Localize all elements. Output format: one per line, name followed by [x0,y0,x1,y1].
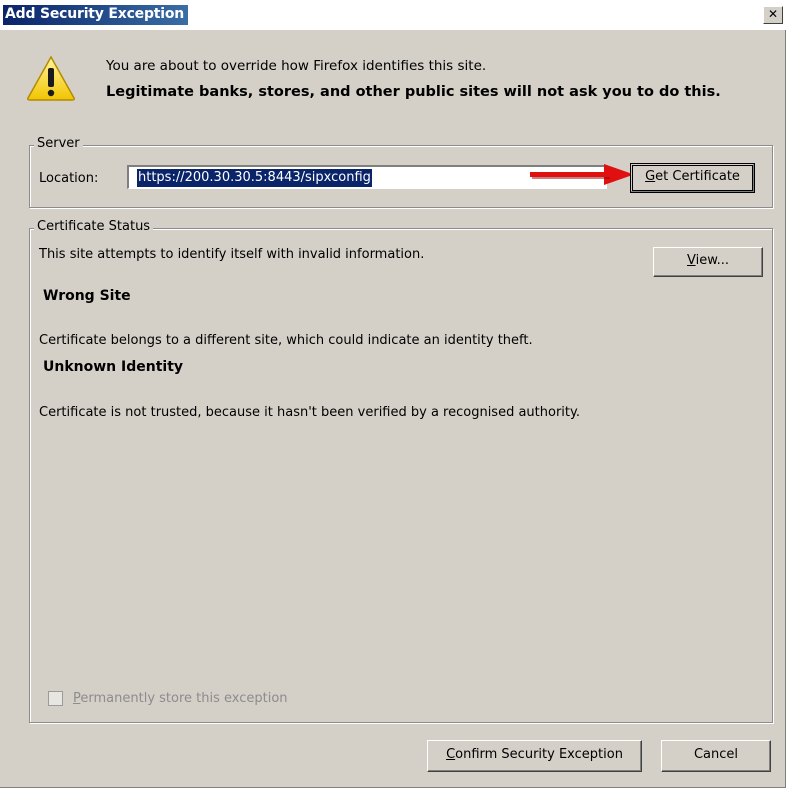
cancel-button[interactable]: Cancel [661,740,771,772]
dialog-title: Add Security Exception [3,5,189,25]
get-certificate-label: et Certificate [655,169,740,184]
warning-icon [27,55,75,101]
close-button[interactable]: ✕ [763,6,783,24]
server-legend: Server [34,136,83,151]
permanently-store-checkbox[interactable]: Permanently store this exception [48,691,288,706]
permanently-store-text: ermanently store this exception [80,691,288,706]
status-intro: This site attempts to identify itself wi… [39,247,425,262]
permanently-store-label: Permanently store this exception [73,691,288,706]
certificate-status-group: Certificate Status This site attempts to… [29,219,773,723]
dialog-window: Add Security Exception ✕ You are about t… [0,0,786,788]
confirm-label: onfirm Security Exception [455,747,623,762]
red-arrow-annotation [530,164,634,185]
location-label: Location: [39,171,99,186]
confirm-security-exception-button[interactable]: Confirm Security Exception [427,740,642,772]
intro-warning: Legitimate banks, stores, and other publ… [106,84,721,100]
intro-message: You are about to override how Firefox id… [106,58,487,74]
location-value: https://200.30.30.5:8443/sipxconfig [137,169,372,187]
get-certificate-button[interactable]: Get Certificate [630,163,755,193]
unknown-identity-heading: Unknown Identity [43,359,184,375]
title-bar: Add Security Exception ✕ [0,0,786,30]
get-certificate-mnemonic: G [645,169,656,184]
server-group: Server Location: https://200.30.30.5:844… [29,136,773,208]
wrong-site-detail: Certificate belongs to a different site,… [39,333,533,348]
view-label: iew... [695,253,730,268]
view-mnemonic: V [686,253,696,268]
view-button[interactable]: View... [653,247,763,277]
close-icon: ✕ [767,7,779,21]
wrong-site-heading: Wrong Site [43,288,131,304]
confirm-mnemonic: C [446,747,456,762]
unknown-identity-detail: Certificate is not trusted, because it h… [39,405,580,420]
checkbox-box[interactable] [48,691,63,706]
certificate-status-legend: Certificate Status [34,219,154,234]
